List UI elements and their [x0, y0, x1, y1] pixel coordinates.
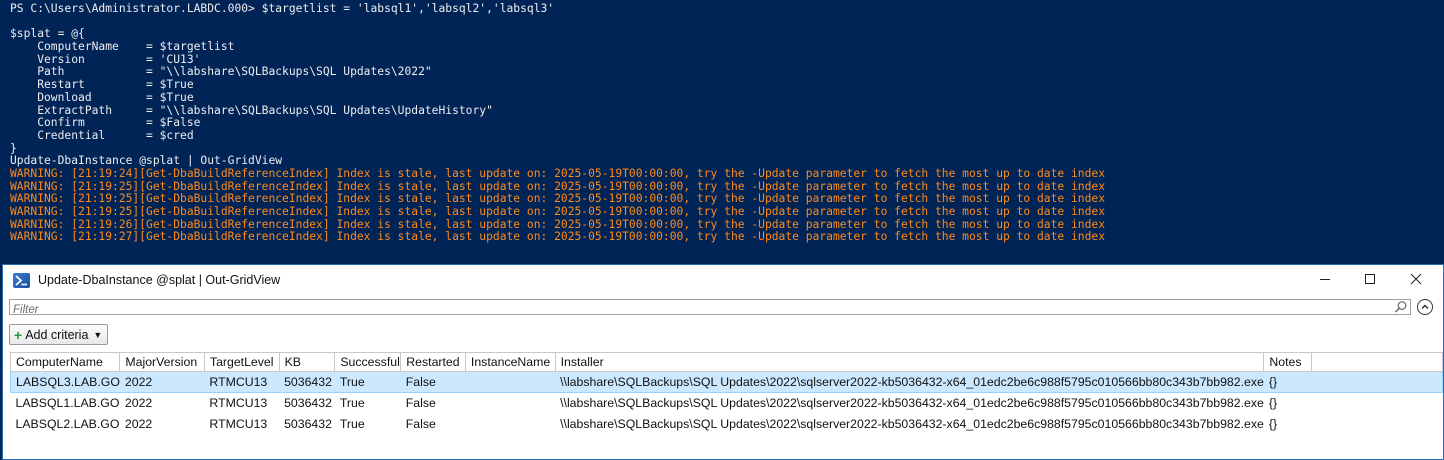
column-header-filler[interactable]	[1310, 352, 1443, 372]
column-header-row: ComputerName MajorVersion TargetLevel KB Suc…	[9, 352, 1443, 372]
column-header-restarted[interactable]: Restarted	[400, 352, 466, 372]
cell-restarted: False	[400, 371, 466, 393]
console-line: Download = $True	[10, 90, 194, 104]
out-gridview-window: Update-DbaInstance @splat | Out-GridView…	[2, 264, 1444, 460]
cell-targetlevel: RTMCU13	[209, 417, 268, 431]
filter-box	[9, 299, 1411, 317]
warning-line: WARNING: [21:19:27][Get-DbaBuildReferenc…	[10, 230, 1106, 244]
close-button[interactable]	[1396, 269, 1436, 293]
column-header-targetlevel[interactable]: TargetLevel	[203, 352, 280, 372]
filter-input[interactable]	[10, 303, 1383, 317]
console-line: Confirm = $False	[10, 116, 201, 130]
table-row[interactable]: LABSQL1.LAB.GO 2022 RTMCU13 5036432 True Fals…	[11, 393, 1443, 414]
warning-line: WARNING: [21:19:25][Get-DbaBuildReferenc…	[10, 205, 1106, 218]
close-icon	[1410, 273, 1422, 285]
cell-notes: {}	[1263, 371, 1312, 393]
cell-computername: LABSQL3.LAB.GO	[9, 371, 120, 393]
column-header-successful[interactable]: Successful	[334, 352, 402, 372]
cell-instancename	[465, 371, 556, 393]
cell-targetlevel: RTMCU13	[209, 396, 268, 411]
minimize-icon	[1320, 279, 1330, 280]
column-header-kb[interactable]: KB	[278, 352, 336, 372]
powershell-console[interactable]: PS C:\Users\Administrator.LABDC.000> $ta…	[0, 0, 1444, 262]
cell-majorversion: 2022	[119, 371, 205, 393]
cell-successful: True	[334, 371, 401, 393]
collapse-filter-button[interactable]	[1417, 299, 1433, 315]
add-criteria-button[interactable]: + Add criteria ▼	[9, 324, 109, 345]
cell-notes: {}	[1268, 396, 1278, 411]
window-title: Update-DbaInstance @splat | Out-GridView	[38, 273, 281, 287]
cell-filler	[1311, 371, 1443, 393]
cell-installer: \\labshare\SQLBackups\SQL Updates\2022\s…	[555, 371, 1264, 393]
cell-majorversion: 2022	[124, 417, 153, 431]
powershell-icon	[13, 273, 30, 288]
title-bar: Update-DbaInstance @splat | Out-GridView	[3, 265, 1443, 297]
cell-installer: \\labshare\SQLBackups\SQL Updates\2022\s…	[560, 396, 1264, 411]
minimize-button[interactable]	[1305, 269, 1345, 293]
column-header-instancename[interactable]: InstanceName	[464, 352, 556, 372]
cell-kb: 5036432	[284, 396, 332, 411]
cell-restarted: False	[405, 396, 436, 411]
cell-computername: LABSQL2.LAB.GO	[15, 417, 120, 431]
cell-instancename	[465, 393, 555, 414]
cell-filler	[1311, 393, 1442, 414]
table-row[interactable]: LABSQL2.LAB.GO 2022 RTMCU13 5036432 True Fals…	[11, 414, 1443, 435]
cell-kb: 5036432	[279, 371, 335, 393]
chevron-up-icon	[1421, 304, 1429, 310]
maximize-icon	[1365, 274, 1375, 284]
warning-line: WARNING: [21:19:24][Get-DbaBuildReferenc…	[10, 166, 1106, 180]
cell-majorversion: 2022	[124, 396, 153, 411]
add-criteria-label: Add criteria	[25, 327, 89, 342]
results-grid: ComputerName MajorVersion TargetLevel KB Suc…	[9, 352, 1443, 435]
column-header-notes[interactable]: Notes	[1263, 352, 1312, 372]
cell-notes: {}	[1268, 417, 1278, 431]
cell-computername: LABSQL1.LAB.GO	[15, 396, 120, 411]
cell-targetlevel: RTMCU13	[204, 371, 280, 393]
cell-successful: True	[339, 417, 365, 431]
column-header-majorversion[interactable]: MajorVersion	[119, 352, 205, 372]
caret-down-icon: ▼	[93, 329, 103, 340]
column-header-installer[interactable]: Installer	[554, 352, 1265, 372]
cell-instancename	[465, 414, 555, 435]
cell-successful: True	[339, 396, 365, 411]
console-line: Path = "\\labshare\SQLBackups\SQL Update…	[10, 65, 432, 79]
table-row[interactable]: LABSQL3.LAB.GO 2022 RTMCU13 5036432 True Fals…	[9, 371, 1443, 393]
cell-restarted: False	[405, 417, 436, 431]
plus-icon: +	[14, 326, 23, 343]
console-line: ComputerName = $targetlist	[10, 40, 235, 54]
cell-installer: \\labshare\SQLBackups\SQL Updates\2022\s…	[560, 417, 1264, 431]
console-line: Restart = $True	[10, 78, 194, 92]
cell-filler	[1311, 414, 1442, 435]
column-header-computername[interactable]: ComputerName	[9, 352, 121, 372]
console-line: Credential = $cred	[10, 128, 194, 142]
console-line: ExtractPath = "\\labshare\SQLBackups\SQL…	[10, 103, 493, 117]
cell-kb: 5036432	[284, 417, 332, 431]
maximize-button[interactable]	[1350, 269, 1390, 293]
console-line: PS C:\Users\Administrator.LABDC.000> $ta…	[10, 2, 555, 15]
search-icon[interactable]	[1394, 300, 1408, 314]
